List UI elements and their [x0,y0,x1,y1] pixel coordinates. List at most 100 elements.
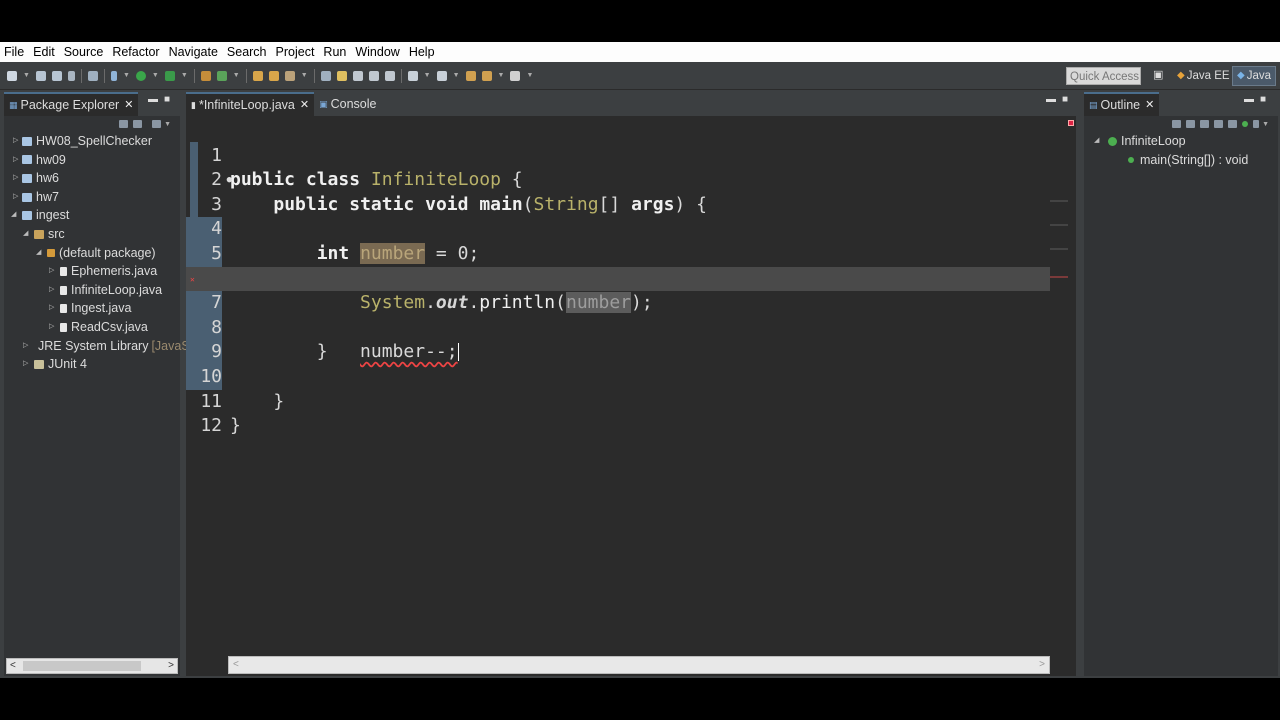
chevron-right-icon[interactable]: ▷ [23,355,28,374]
scroll-right-icon[interactable]: > [168,659,174,673]
mark-occurrences-icon[interactable] [336,70,347,81]
overview-ruler[interactable] [1050,116,1070,652]
chevron-down-icon[interactable]: ▼ [498,72,505,79]
tree-item-ephemeris[interactable]: ▷ Ephemeris.java [4,262,180,281]
menu-navigate[interactable]: Navigate [169,42,218,62]
maximize-icon[interactable]: ■ [1260,94,1266,105]
sort-icon[interactable] [1186,120,1196,128]
new-java-project-icon[interactable] [200,70,211,81]
tree-item-hw6[interactable]: ▷ hw6 [4,169,180,188]
chevron-down-icon[interactable]: ▼ [123,72,130,79]
minimize-icon[interactable]: ▬ [148,94,158,105]
new-class-icon[interactable] [216,70,227,81]
collapse-all-icon[interactable] [119,120,129,128]
menu-project[interactable]: Project [276,42,315,62]
menu-run[interactable]: Run [323,42,346,62]
run-icon[interactable] [135,70,146,81]
toggle-word-wrap-icon[interactable] [384,70,395,81]
perspective-java-ee[interactable]: ◆ Java EE [1173,66,1234,86]
debug-icon[interactable] [110,70,117,81]
scroll-left-icon[interactable]: < [10,659,16,673]
scroll-left-icon[interactable]: < [233,657,239,673]
chevron-down-icon[interactable]: ▼ [233,72,240,79]
chevron-right-icon[interactable]: ▷ [13,151,18,170]
perspective-java[interactable]: ◆ Java [1232,66,1276,86]
scroll-thumb[interactable] [23,661,141,671]
minimize-icon[interactable]: ▬ [1046,94,1056,105]
menu-search[interactable]: Search [227,42,267,62]
save-all-icon[interactable] [51,70,62,81]
chevron-right-icon[interactable]: ▷ [13,169,18,188]
code-content[interactable]: 1 public class InfiniteLoop { 2 ● public … [186,119,1050,436]
tree-item-readcsv[interactable]: ▷ ReadCsv.java [4,318,180,337]
menu-source[interactable]: Source [64,42,104,62]
coverage-icon[interactable] [164,70,175,81]
code-editor[interactable]: 1 public class InfiniteLoop { 2 ● public … [186,116,1050,656]
tree-item-junit[interactable]: ▷ JUnit 4 [4,355,180,374]
chevron-right-icon[interactable]: ▷ [49,262,54,281]
hide-fields-icon[interactable] [1200,120,1210,128]
tree-item-default-package[interactable]: ◢ (default package) [4,244,180,263]
last-edit-location-icon[interactable] [465,70,476,81]
link-with-editor-icon[interactable] [133,120,143,128]
tab-infiniteloop-java[interactable]: ▮ *InfiniteLoop.java ✕ [186,92,315,117]
new-icon[interactable] [7,70,17,81]
hide-static-icon[interactable] [1214,120,1224,128]
view-menu-icon[interactable] [152,120,162,128]
tree-item-hw09[interactable]: ▷ hw09 [4,151,180,170]
chevron-down-icon[interactable]: ▼ [23,72,30,79]
search-icon[interactable] [284,70,295,81]
open-task-icon[interactable] [268,70,279,81]
tab-console[interactable]: ▣ Console [314,92,381,116]
tab-package-explorer[interactable]: ▦ Package Explorer ✕ [4,92,139,117]
close-icon[interactable]: ✕ [124,93,133,117]
chevron-right-icon[interactable]: ▷ [23,337,28,356]
tab-outline[interactable]: ▤ Outline ✕ [1084,92,1160,117]
tree-item-hw7[interactable]: ▷ hw7 [4,188,180,207]
package-explorer-hscrollbar[interactable]: < > [6,658,178,674]
occurrence-marker[interactable] [1050,224,1068,226]
tree-item-ingest[interactable]: ◢ ingest [4,206,180,225]
chevron-right-icon[interactable]: ▷ [49,281,54,300]
chevron-down-icon[interactable]: ◢ [36,244,41,263]
tree-item-ingest-java[interactable]: ▷ Ingest.java [4,299,180,318]
chevron-right-icon[interactable]: ▷ [13,132,18,151]
chevron-down-icon[interactable]: ▼ [526,72,533,79]
open-type-icon[interactable] [252,70,263,81]
hide-nonpublic-icon[interactable] [1228,120,1238,128]
chevron-right-icon[interactable]: ▷ [13,188,18,207]
block-selection-icon[interactable] [352,70,363,81]
close-icon[interactable]: ✕ [300,93,309,117]
occurrence-marker[interactable] [1050,248,1068,250]
next-annotation-icon[interactable] [407,70,418,81]
collapse-all-icon[interactable] [1172,120,1182,128]
scroll-right-icon[interactable]: > [1039,657,1045,673]
occurrence-marker[interactable] [1050,200,1068,202]
forward-icon[interactable] [510,70,521,81]
error-marker-icon[interactable]: ✕ [190,275,198,283]
menu-help[interactable]: Help [409,42,435,62]
tree-item-infiniteloop[interactable]: ▷ InfiniteLoop.java [4,281,180,300]
menu-file[interactable]: File [4,42,24,62]
close-icon[interactable]: ✕ [1145,93,1154,117]
tree-item-hw08[interactable]: ▷ HW08_SpellChecker [4,132,180,151]
menu-edit[interactable]: Edit [33,42,55,62]
minimize-icon[interactable]: ▬ [1244,94,1254,105]
skip-breakpoints-icon[interactable] [87,70,98,81]
maximize-icon[interactable]: ■ [164,94,170,105]
chevron-down-icon[interactable]: ▼ [164,121,171,128]
quick-access-field[interactable]: Quick Access [1066,67,1141,85]
maximize-icon[interactable]: ■ [1062,94,1068,105]
chevron-down-icon[interactable]: ▼ [181,72,188,79]
chevron-down-icon[interactable]: ▼ [453,72,460,79]
open-perspective-icon[interactable]: ▣ [1153,68,1167,82]
menu-refactor[interactable]: Refactor [112,42,159,62]
link-with-editor-icon[interactable] [1253,120,1260,128]
previous-annotation-icon[interactable] [436,70,447,81]
tree-item-jre-library[interactable]: ▷ JRE System Library [JavaS [4,337,190,356]
chevron-down-icon[interactable]: ▼ [301,72,308,79]
outline-item-method[interactable]: main(String[]) : void [1084,151,1278,170]
error-marker[interactable] [1050,276,1068,278]
chevron-down-icon[interactable]: ▼ [1262,121,1269,128]
menu-window[interactable]: Window [355,42,399,62]
